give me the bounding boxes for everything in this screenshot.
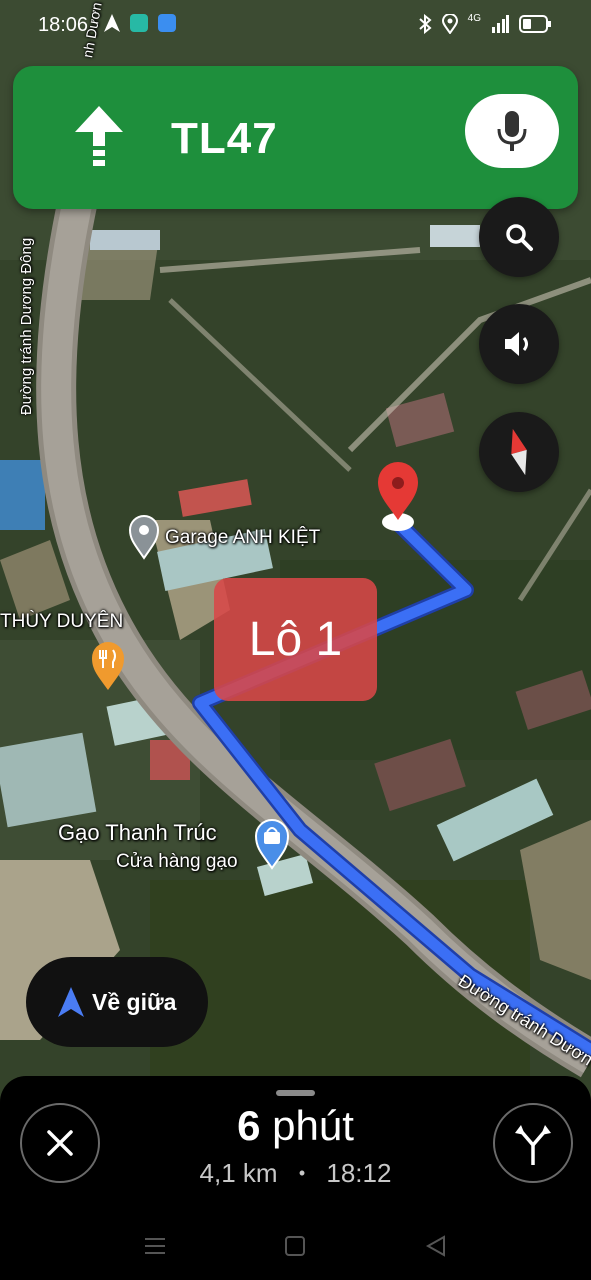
road-label-vertical: Đường tránh Dương Đông xyxy=(18,237,36,416)
battery-icon xyxy=(519,15,551,33)
voice-input-button[interactable] xyxy=(465,94,559,168)
location-icon xyxy=(441,14,458,34)
signal-icon xyxy=(492,15,509,33)
status-bar: 18:06 4G xyxy=(0,0,591,52)
search-button[interactable] xyxy=(479,197,559,277)
compass-icon xyxy=(511,428,527,476)
alternate-routes-button[interactable] xyxy=(493,1103,573,1183)
search-icon xyxy=(506,224,533,251)
trip-summary-panel[interactable]: 6 phút 4,1 km • 18:12 xyxy=(0,1076,591,1280)
navigation-banner[interactable]: TL47 xyxy=(13,66,578,209)
home-nav-icon[interactable] xyxy=(285,1236,305,1256)
compass-button[interactable] xyxy=(479,412,559,492)
app-notification-icon xyxy=(130,14,148,32)
destination-pin-icon[interactable] xyxy=(378,462,418,531)
poi-garage-label[interactable]: Garage ANH KIỆT xyxy=(165,527,320,549)
system-navigation-bar xyxy=(145,1235,445,1257)
status-time: 18:06 xyxy=(38,14,89,36)
maps-notification-icon xyxy=(158,14,176,32)
trip-distance: 4,1 km xyxy=(199,1158,278,1188)
back-nav-icon[interactable] xyxy=(425,1235,445,1257)
navigation-arrow-icon xyxy=(104,14,120,32)
navigation-arrow-icon xyxy=(58,987,84,1017)
next-street-name: TL47 xyxy=(171,114,278,163)
poi-rice-store-name[interactable]: Gạo Thanh Trúc xyxy=(58,820,217,846)
poi-restaurant-label[interactable]: THÙY DUYÊN xyxy=(0,611,123,633)
duration-unit: phút xyxy=(272,1102,354,1149)
drag-handle[interactable] xyxy=(276,1090,315,1096)
arrival-time: 18:12 xyxy=(326,1158,392,1188)
duration-value: 6 xyxy=(237,1102,261,1149)
route-fork-icon xyxy=(515,1125,551,1165)
bluetooth-icon xyxy=(418,14,432,34)
menu-nav-icon[interactable] xyxy=(145,1238,165,1254)
network-type: 4G xyxy=(467,12,481,24)
poi-rice-store-type: Cửa hàng gạo xyxy=(116,851,238,872)
sound-button[interactable] xyxy=(479,304,559,384)
recenter-button[interactable]: Về giữa xyxy=(26,957,208,1047)
microphone-icon xyxy=(497,111,527,151)
arrow-straight-icon xyxy=(75,106,123,166)
recenter-label: Về giữa xyxy=(92,988,177,1015)
separator-dot: • xyxy=(298,1163,306,1183)
volume-icon xyxy=(505,332,528,356)
lot-label: Lô 1 xyxy=(214,578,377,701)
